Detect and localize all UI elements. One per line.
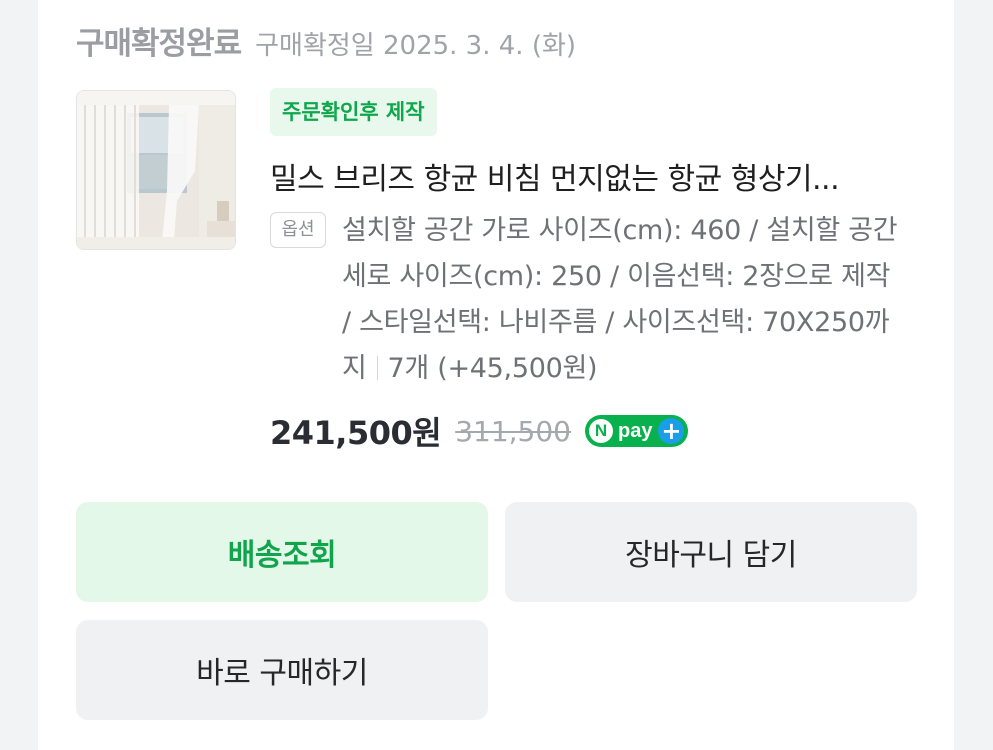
divider bbox=[376, 356, 378, 380]
product-title[interactable]: 밀스 브리즈 항균 비침 먼지없는 항균 형상기... bbox=[270, 154, 918, 198]
plus-icon: + bbox=[658, 418, 685, 444]
npay-plus-badge: N pay + bbox=[585, 415, 689, 447]
order-status-row: 구매확정완료 구매확정일 2025. 3. 4. (화) bbox=[76, 18, 576, 63]
option-badge: 옵션 bbox=[270, 212, 326, 248]
order-status: 구매확정완료 bbox=[76, 26, 242, 62]
add-to-cart-button[interactable]: 장바구니 담기 bbox=[505, 502, 917, 602]
npay-n-icon: N bbox=[589, 419, 613, 443]
order-card: 구매확정완료 구매확정일 2025. 3. 4. (화) 주문확인후 제작 밀스… bbox=[38, 0, 954, 750]
option-details: 설치할 공간 가로 사이즈(cm): 460 / 설치할 공간 세로 사이즈(c… bbox=[342, 208, 902, 392]
curtain-product-image bbox=[77, 91, 235, 249]
buy-now-button[interactable]: 바로 구매하기 bbox=[76, 620, 488, 720]
purchase-confirm-date: 구매확정일 2025. 3. 4. (화) bbox=[255, 31, 577, 61]
track-delivery-button[interactable]: 배송조회 bbox=[76, 502, 488, 602]
price-row: 241,500원 311,500 N pay + bbox=[270, 408, 689, 454]
quantity-text: 7개 (+45,500원) bbox=[387, 353, 598, 384]
product-thumbnail[interactable] bbox=[76, 90, 236, 250]
npay-label: pay bbox=[618, 419, 653, 442]
made-to-order-tag: 주문확인후 제작 bbox=[270, 88, 437, 136]
original-price: 311,500 bbox=[455, 414, 571, 448]
sale-price: 241,500원 bbox=[270, 414, 442, 452]
